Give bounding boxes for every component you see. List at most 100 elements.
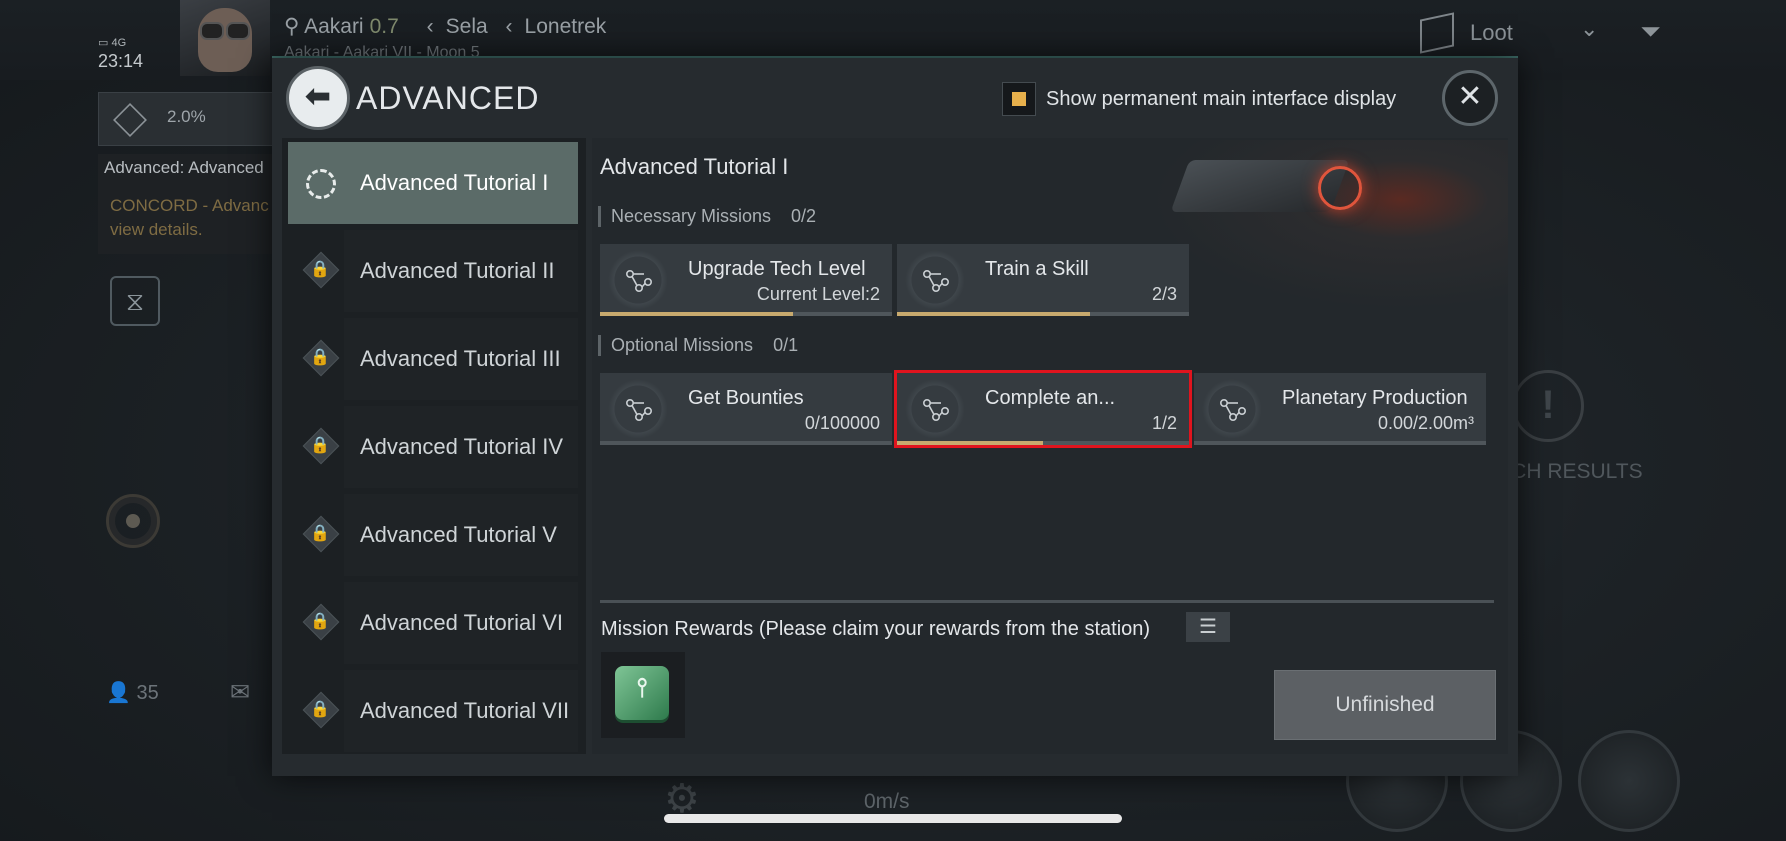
people-count: 35	[136, 682, 159, 704]
alert-icon[interactable]: !	[1512, 370, 1584, 442]
mission-card[interactable]: Complete an... 1/2	[894, 370, 1192, 448]
sidebar-item-label: Advanced Tutorial IV	[360, 434, 564, 459]
mission-progress-bar	[1194, 441, 1486, 445]
sidebar-item-label: Advanced Tutorial VII	[360, 698, 570, 723]
mission-card[interactable]: Planetary Production 0.00/2.00m³	[1194, 373, 1486, 445]
show-permanent-label[interactable]: Show permanent main interface display	[1046, 88, 1396, 111]
mission-card[interactable]: Get Bounties 0/100000	[600, 373, 892, 445]
mission-branch-icon	[919, 264, 951, 296]
back-button[interactable]: ⬅	[286, 66, 350, 130]
reward-symbol-icon: ⫯	[636, 672, 648, 702]
chevron-left-icon: ‹	[505, 15, 513, 38]
radar-icon[interactable]	[106, 494, 160, 548]
mission-progress: Current Level:2	[756, 284, 880, 304]
mission-branch-icon	[622, 393, 654, 425]
mail-icon[interactable]: ✉	[230, 678, 250, 707]
close-button[interactable]: ✕	[1442, 70, 1498, 126]
close-icon: ✕	[1457, 80, 1483, 113]
modal-title: ADVANCED	[356, 80, 540, 116]
progress-ring-icon	[306, 169, 336, 199]
security-status: 0.7	[369, 15, 399, 38]
mission-progress: 1/2	[1151, 413, 1177, 433]
sidebar-item-label: Advanced Tutorial I	[360, 170, 549, 195]
necessary-missions-header: Necessary Missions 0/2	[598, 206, 816, 227]
dna-icon[interactable]: ⧖	[110, 276, 160, 326]
content-title: Advanced Tutorial I	[600, 154, 789, 179]
mission-tracker-title: Advanced: Advanced	[104, 158, 264, 177]
mission-progress: 2/3	[1151, 284, 1177, 304]
mission-rewards-label: Mission Rewards (Please claim your rewar…	[601, 618, 1151, 640]
lock-icon: 🔒	[302, 427, 340, 465]
character-portrait[interactable]	[180, 0, 270, 76]
mission-name: Get Bounties	[688, 387, 804, 409]
mission-name: Train a Skill	[985, 258, 1089, 280]
home-indicator[interactable]	[664, 814, 1122, 823]
sidebar-item-tutorial-5[interactable]: 🔒 Advanced Tutorial V	[288, 494, 578, 576]
necessary-missions-label: Necessary Missions	[611, 206, 772, 226]
loot-label: Loot	[1470, 20, 1513, 45]
mission-tracker[interactable]: Advanced: Advanced CONCORD - Advanc view…	[98, 154, 274, 254]
mission-branch-icon	[919, 393, 951, 425]
mission-card[interactable]: Upgrade Tech Level Current Level:2	[600, 244, 892, 316]
banner-image	[1150, 140, 1508, 310]
device-status: ▭ 4G 23:14	[98, 34, 143, 70]
lock-icon: 🔒	[302, 515, 340, 553]
location-breadcrumb[interactable]: ⚲ Aakari 0.7 ‹ Sela ‹ Lonetrek	[284, 14, 606, 39]
sidebar-item-label: Advanced Tutorial III	[360, 346, 561, 371]
loot-box-icon	[1420, 12, 1454, 54]
mission-progress-bar	[600, 312, 892, 316]
mission-card[interactable]: Train a Skill 2/3	[897, 244, 1189, 316]
optional-missions-count: 0/1	[773, 335, 799, 355]
mission-progress: 0/100000	[804, 413, 880, 433]
arrow-left-icon: ⬅	[305, 80, 331, 113]
sidebar-item-tutorial-2[interactable]: 🔒 Advanced Tutorial II	[288, 230, 578, 312]
sidebar-item-label: Advanced Tutorial V	[360, 522, 557, 547]
mission-progress-bar	[897, 441, 1189, 445]
local-people[interactable]: 👤 35	[106, 680, 159, 705]
location-pin-icon: ⚲	[284, 15, 300, 38]
battery-icon: ▭	[98, 37, 109, 49]
mission-name: Complete an...	[985, 387, 1116, 409]
necessary-missions-count: 0/2	[791, 206, 817, 226]
optional-missions-header: Optional Missions 0/1	[598, 335, 798, 356]
mission-progress-bar	[897, 312, 1189, 316]
unfinished-button[interactable]: Unfinished	[1274, 670, 1496, 740]
reward-item[interactable]: ⫯	[601, 652, 685, 738]
lock-icon: 🔒	[302, 339, 340, 377]
network-label: 4G	[111, 37, 127, 49]
mission-branch-icon	[1216, 393, 1248, 425]
filter-icon[interactable]: ⏷	[1640, 16, 1670, 46]
sidebar-item-tutorial-4[interactable]: 🔒 Advanced Tutorial IV	[288, 406, 578, 488]
cargo-status[interactable]: 2.0%	[98, 92, 284, 146]
sidebar-item-tutorial-6[interactable]: 🔒 Advanced Tutorial VI	[288, 582, 578, 664]
mission-tracker-body: CONCORD - Advanc view details.	[110, 196, 269, 239]
chevron-left-icon: ‹	[426, 15, 434, 38]
optional-missions-label: Optional Missions	[611, 335, 754, 355]
person-icon: 👤	[106, 682, 131, 704]
menu-icon[interactable]: ☰	[1186, 612, 1230, 642]
sidebar-item-tutorial-1[interactable]: Advanced Tutorial I	[288, 142, 578, 224]
cargo-cube-icon	[113, 103, 147, 137]
show-permanent-checkbox[interactable]	[1002, 82, 1036, 116]
rewards-divider	[600, 600, 1494, 603]
mission-name: Upgrade Tech Level	[688, 258, 866, 280]
mission-progress-bar	[600, 441, 892, 445]
mission-name: Planetary Production	[1282, 387, 1468, 409]
speed-readout: 0m/s	[864, 790, 910, 813]
mission-branch-icon	[622, 264, 654, 296]
sidebar-item-label: Advanced Tutorial II	[360, 258, 555, 283]
sidebar-item-tutorial-7[interactable]: 🔒 Advanced Tutorial VII	[288, 670, 578, 752]
location-system: Aakari	[304, 15, 364, 38]
mission-progress: 0.00/2.00m³	[1377, 413, 1474, 433]
sidebar-item-tutorial-3[interactable]: 🔒 Advanced Tutorial III	[288, 318, 578, 400]
lock-icon: 🔒	[302, 251, 340, 289]
module-button[interactable]	[1578, 730, 1680, 832]
location-constellation: Sela	[445, 15, 488, 38]
sidebar-item-label: Advanced Tutorial VI	[360, 610, 564, 635]
location-region: Lonetrek	[524, 15, 607, 38]
lock-icon: 🔒	[302, 603, 340, 641]
lock-icon: 🔒	[302, 691, 340, 729]
cargo-percent: 2.0%	[167, 107, 206, 126]
chevron-down-icon: ⌄	[1580, 16, 1599, 41]
clock: 23:14	[98, 51, 144, 71]
